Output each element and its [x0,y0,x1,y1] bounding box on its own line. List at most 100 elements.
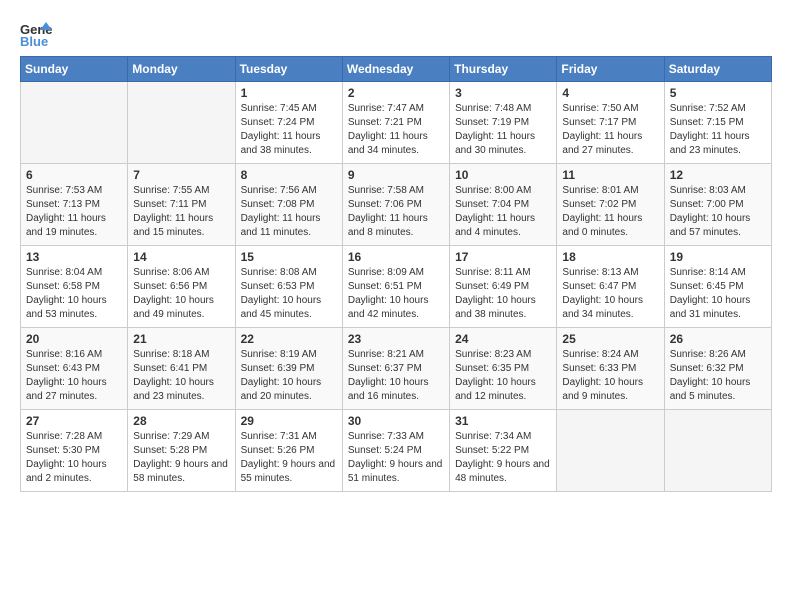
sunset-label: Sunset: 5:22 PM [455,445,529,456]
daylight-label: Daylight: 10 hours and 34 minutes. [562,295,643,320]
calendar-body: 1 Sunrise: 7:45 AM Sunset: 7:24 PM Dayli… [21,82,772,492]
sunset-label: Sunset: 7:06 PM [348,199,422,210]
day-number: 25 [562,332,658,346]
day-cell: 27 Sunrise: 7:28 AM Sunset: 5:30 PM Dayl… [21,410,128,492]
day-info: Sunrise: 7:31 AM Sunset: 5:26 PM Dayligh… [241,430,337,486]
sunrise-label: Sunrise: 7:48 AM [455,103,531,114]
day-number: 17 [455,250,551,264]
day-cell: 7 Sunrise: 7:55 AM Sunset: 7:11 PM Dayli… [128,164,235,246]
sunset-label: Sunset: 7:17 PM [562,117,636,128]
day-number: 14 [133,250,229,264]
sunset-label: Sunset: 6:49 PM [455,281,529,292]
daylight-label: Daylight: 11 hours and 23 minutes. [670,131,750,156]
sunrise-label: Sunrise: 7:50 AM [562,103,638,114]
day-cell: 21 Sunrise: 8:18 AM Sunset: 6:41 PM Dayl… [128,328,235,410]
day-info: Sunrise: 8:01 AM Sunset: 7:02 PM Dayligh… [562,184,658,240]
day-number: 31 [455,414,551,428]
daylight-label: Daylight: 11 hours and 0 minutes. [562,213,642,238]
day-number: 12 [670,168,766,182]
day-cell: 14 Sunrise: 8:06 AM Sunset: 6:56 PM Dayl… [128,246,235,328]
day-cell: 2 Sunrise: 7:47 AM Sunset: 7:21 PM Dayli… [342,82,449,164]
day-cell: 13 Sunrise: 8:04 AM Sunset: 6:58 PM Dayl… [21,246,128,328]
daylight-label: Daylight: 10 hours and 9 minutes. [562,377,643,402]
day-info: Sunrise: 8:14 AM Sunset: 6:45 PM Dayligh… [670,266,766,322]
day-cell: 10 Sunrise: 8:00 AM Sunset: 7:04 PM Dayl… [450,164,557,246]
sunrise-label: Sunrise: 8:01 AM [562,185,638,196]
sunrise-label: Sunrise: 7:53 AM [26,185,102,196]
sunrise-label: Sunrise: 8:08 AM [241,267,317,278]
daylight-label: Daylight: 11 hours and 38 minutes. [241,131,321,156]
empty-cell [128,82,235,164]
sunset-label: Sunset: 7:11 PM [133,199,206,210]
day-number: 8 [241,168,337,182]
daylight-label: Daylight: 10 hours and 38 minutes. [455,295,536,320]
day-cell: 8 Sunrise: 7:56 AM Sunset: 7:08 PM Dayli… [235,164,342,246]
day-number: 20 [26,332,122,346]
empty-cell [21,82,128,164]
day-number: 29 [241,414,337,428]
day-info: Sunrise: 8:13 AM Sunset: 6:47 PM Dayligh… [562,266,658,322]
sunrise-label: Sunrise: 7:34 AM [455,431,531,442]
sunset-label: Sunset: 6:51 PM [348,281,422,292]
daylight-label: Daylight: 9 hours and 51 minutes. [348,459,443,484]
sunrise-label: Sunrise: 8:18 AM [133,349,209,360]
calendar-week-row: 13 Sunrise: 8:04 AM Sunset: 6:58 PM Dayl… [21,246,772,328]
daylight-label: Daylight: 10 hours and 57 minutes. [670,213,751,238]
sunset-label: Sunset: 6:33 PM [562,363,636,374]
day-info: Sunrise: 8:09 AM Sunset: 6:51 PM Dayligh… [348,266,444,322]
logo: General Blue [20,20,52,48]
daylight-label: Daylight: 10 hours and 20 minutes. [241,377,322,402]
sunrise-label: Sunrise: 8:16 AM [26,349,102,360]
sunrise-label: Sunrise: 7:33 AM [348,431,424,442]
daylight-label: Daylight: 11 hours and 15 minutes. [133,213,213,238]
sunset-label: Sunset: 5:24 PM [348,445,422,456]
day-info: Sunrise: 7:55 AM Sunset: 7:11 PM Dayligh… [133,184,229,240]
day-cell: 17 Sunrise: 8:11 AM Sunset: 6:49 PM Dayl… [450,246,557,328]
daylight-label: Daylight: 11 hours and 34 minutes. [348,131,428,156]
sunset-label: Sunset: 6:37 PM [348,363,422,374]
calendar-week-row: 6 Sunrise: 7:53 AM Sunset: 7:13 PM Dayli… [21,164,772,246]
sunrise-label: Sunrise: 7:58 AM [348,185,424,196]
day-number: 23 [348,332,444,346]
daylight-label: Daylight: 10 hours and 45 minutes. [241,295,322,320]
daylight-label: Daylight: 9 hours and 55 minutes. [241,459,336,484]
day-cell: 29 Sunrise: 7:31 AM Sunset: 5:26 PM Dayl… [235,410,342,492]
sunset-label: Sunset: 7:21 PM [348,117,422,128]
sunrise-label: Sunrise: 8:00 AM [455,185,531,196]
sunrise-label: Sunrise: 8:21 AM [348,349,424,360]
day-info: Sunrise: 7:53 AM Sunset: 7:13 PM Dayligh… [26,184,122,240]
header: General Blue [20,16,772,48]
day-info: Sunrise: 8:06 AM Sunset: 6:56 PM Dayligh… [133,266,229,322]
sunset-label: Sunset: 7:24 PM [241,117,315,128]
day-info: Sunrise: 8:08 AM Sunset: 6:53 PM Dayligh… [241,266,337,322]
sunset-label: Sunset: 6:32 PM [670,363,744,374]
day-cell: 25 Sunrise: 8:24 AM Sunset: 6:33 PM Dayl… [557,328,664,410]
day-info: Sunrise: 8:24 AM Sunset: 6:33 PM Dayligh… [562,348,658,404]
sunrise-label: Sunrise: 7:31 AM [241,431,317,442]
daylight-label: Daylight: 11 hours and 4 minutes. [455,213,535,238]
day-info: Sunrise: 8:21 AM Sunset: 6:37 PM Dayligh… [348,348,444,404]
sunrise-label: Sunrise: 8:11 AM [455,267,530,278]
day-info: Sunrise: 7:56 AM Sunset: 7:08 PM Dayligh… [241,184,337,240]
day-number: 2 [348,86,444,100]
daylight-label: Daylight: 10 hours and 42 minutes. [348,295,429,320]
sunrise-label: Sunrise: 8:24 AM [562,349,638,360]
sunrise-label: Sunrise: 7:55 AM [133,185,209,196]
day-number: 26 [670,332,766,346]
day-number: 24 [455,332,551,346]
daylight-label: Daylight: 9 hours and 48 minutes. [455,459,550,484]
day-cell: 20 Sunrise: 8:16 AM Sunset: 6:43 PM Dayl… [21,328,128,410]
sunset-label: Sunset: 7:08 PM [241,199,315,210]
day-number: 19 [670,250,766,264]
day-info: Sunrise: 7:47 AM Sunset: 7:21 PM Dayligh… [348,102,444,158]
day-number: 1 [241,86,337,100]
day-number: 11 [562,168,658,182]
day-cell: 12 Sunrise: 8:03 AM Sunset: 7:00 PM Dayl… [664,164,771,246]
daylight-label: Daylight: 10 hours and 5 minutes. [670,377,751,402]
day-info: Sunrise: 8:26 AM Sunset: 6:32 PM Dayligh… [670,348,766,404]
day-info: Sunrise: 8:19 AM Sunset: 6:39 PM Dayligh… [241,348,337,404]
day-cell: 28 Sunrise: 7:29 AM Sunset: 5:28 PM Dayl… [128,410,235,492]
sunset-label: Sunset: 6:39 PM [241,363,315,374]
daylight-label: Daylight: 11 hours and 27 minutes. [562,131,642,156]
sunrise-label: Sunrise: 8:23 AM [455,349,531,360]
